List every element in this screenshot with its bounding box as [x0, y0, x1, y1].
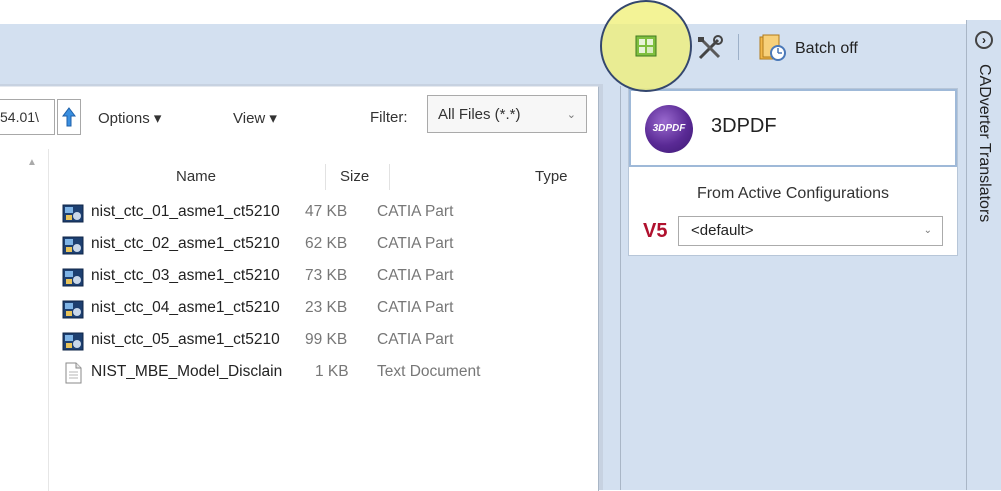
file-size: 62 KB [305, 235, 348, 252]
path-field[interactable]: 54.01\ [0, 99, 55, 135]
translator-header[interactable]: 3DPDF 3DPDF [629, 89, 957, 167]
catia-part-icon [62, 332, 84, 351]
file-row[interactable]: nist_ctc_01_asme1_ct5210 47 KB CATIA Par… [62, 201, 587, 225]
file-row[interactable]: nist_ctc_02_asme1_ct5210 62 KB CATIA Par… [62, 233, 587, 257]
file-row[interactable]: nist_ctc_04_asme1_ct5210 23 KB CATIA Par… [62, 297, 587, 321]
toolbar-separator [738, 34, 739, 60]
catia-part-icon [62, 268, 84, 287]
view-menu[interactable]: View ▾ [233, 109, 277, 127]
file-size: 47 KB [305, 203, 348, 220]
catia-part-icon [62, 236, 84, 255]
file-name: nist_ctc_03_asme1_ct5210 [91, 267, 280, 284]
config-label: From Active Configurations [696, 185, 890, 202]
catia-part-icon [62, 300, 84, 319]
catia-v5-logo: V5 [643, 220, 668, 242]
configuration-dropdown[interactable]: <default> ⌄ [678, 216, 943, 246]
filter-label: Filter: [370, 109, 408, 126]
file-size: 23 KB [305, 299, 348, 316]
translator-title: 3DPDF [711, 115, 777, 137]
filter-value: All Files (*.*) [438, 106, 521, 123]
file-size: 1 KB [315, 363, 349, 380]
3dpdf-logo-icon: 3DPDF [645, 105, 693, 153]
file-type: CATIA Part [377, 203, 454, 220]
file-size: 73 KB [305, 267, 348, 284]
scroll-up-arrow-icon[interactable]: ▲ [27, 157, 37, 168]
column-divider[interactable] [389, 164, 390, 190]
translator-card: 3DPDF 3DPDF From Active Configurations V… [628, 88, 958, 256]
file-type: CATIA Part [377, 299, 454, 316]
column-header-name[interactable]: Name [176, 168, 216, 185]
column-header-size[interactable]: Size [340, 168, 369, 185]
expand-chevron-icon[interactable]: › [975, 31, 993, 49]
folder-tree-scrollbar[interactable]: ▲ [0, 149, 49, 491]
file-name: nist_ctc_05_asme1_ct5210 [91, 331, 280, 348]
column-divider[interactable] [325, 164, 326, 190]
chevron-down-icon: ⌄ [566, 109, 576, 121]
tools-icon[interactable] [696, 35, 724, 61]
file-name: NIST_MBE_Model_Disclain [91, 363, 283, 380]
file-type: CATIA Part [377, 331, 454, 348]
file-row[interactable]: NIST_MBE_Model_Disclain 1 KB Text Docume… [62, 361, 587, 385]
text-document-icon [65, 362, 82, 384]
file-row[interactable]: nist_ctc_03_asme1_ct5210 73 KB CATIA Par… [62, 265, 587, 289]
file-type: CATIA Part [377, 235, 454, 252]
side-panel-label[interactable]: CADverter Translators [975, 64, 993, 222]
catia-part-icon [62, 204, 84, 223]
column-header-type[interactable]: Type [535, 168, 568, 185]
file-size: 99 KB [305, 331, 348, 348]
chevron-down-icon: ⌄ [923, 225, 932, 236]
batch-grid-icon[interactable] [635, 35, 657, 57]
file-name: nist_ctc_01_asme1_ct5210 [91, 203, 280, 220]
file-name: nist_ctc_04_asme1_ct5210 [91, 299, 280, 316]
filter-dropdown[interactable]: All Files (*.*) ⌄ [427, 95, 587, 133]
file-row[interactable]: nist_ctc_05_asme1_ct5210 99 KB CATIA Par… [62, 329, 587, 353]
configuration-value: <default> [691, 222, 754, 239]
file-name: nist_ctc_02_asme1_ct5210 [91, 235, 280, 252]
file-type: CATIA Part [377, 267, 454, 284]
batch-clock-icon[interactable] [758, 33, 788, 63]
batch-toggle-button[interactable]: Batch off [795, 40, 858, 58]
file-open-dialog: 54.01\ Options ▾ View ▾ Filter: All File… [0, 86, 599, 491]
up-arrow-icon [62, 107, 76, 127]
options-menu[interactable]: Options ▾ [98, 109, 161, 127]
up-folder-button[interactable] [57, 99, 81, 135]
path-text: 54.01\ [0, 109, 39, 125]
file-type: Text Document [377, 363, 481, 380]
